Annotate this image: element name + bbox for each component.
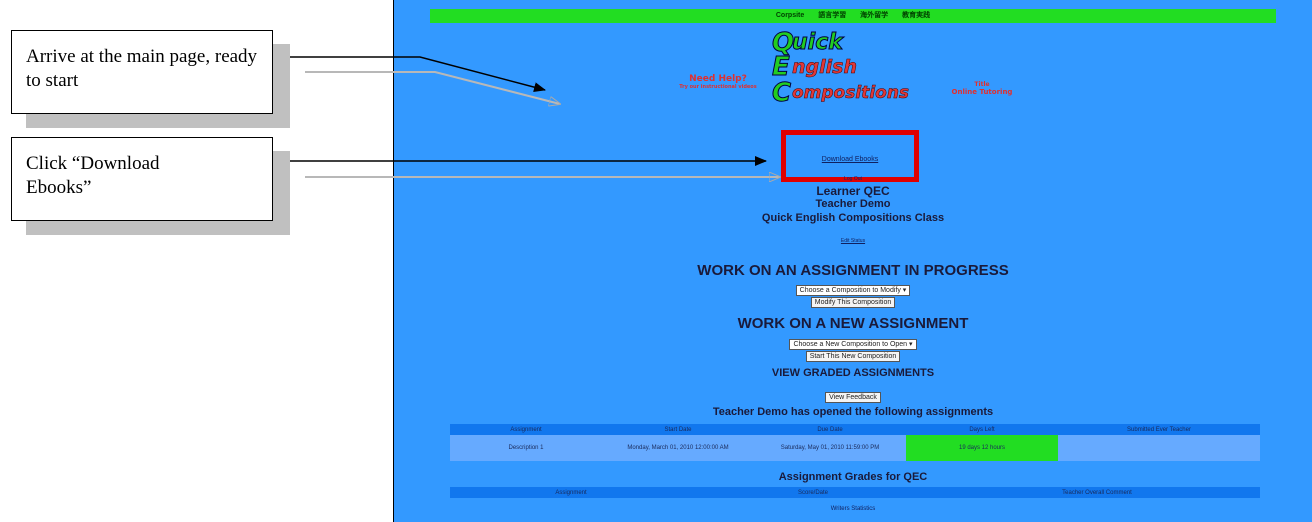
arrow-to-main-page	[290, 56, 546, 93]
annotation-arrows	[290, 56, 1312, 522]
arrow-shadow-1	[305, 71, 560, 104]
